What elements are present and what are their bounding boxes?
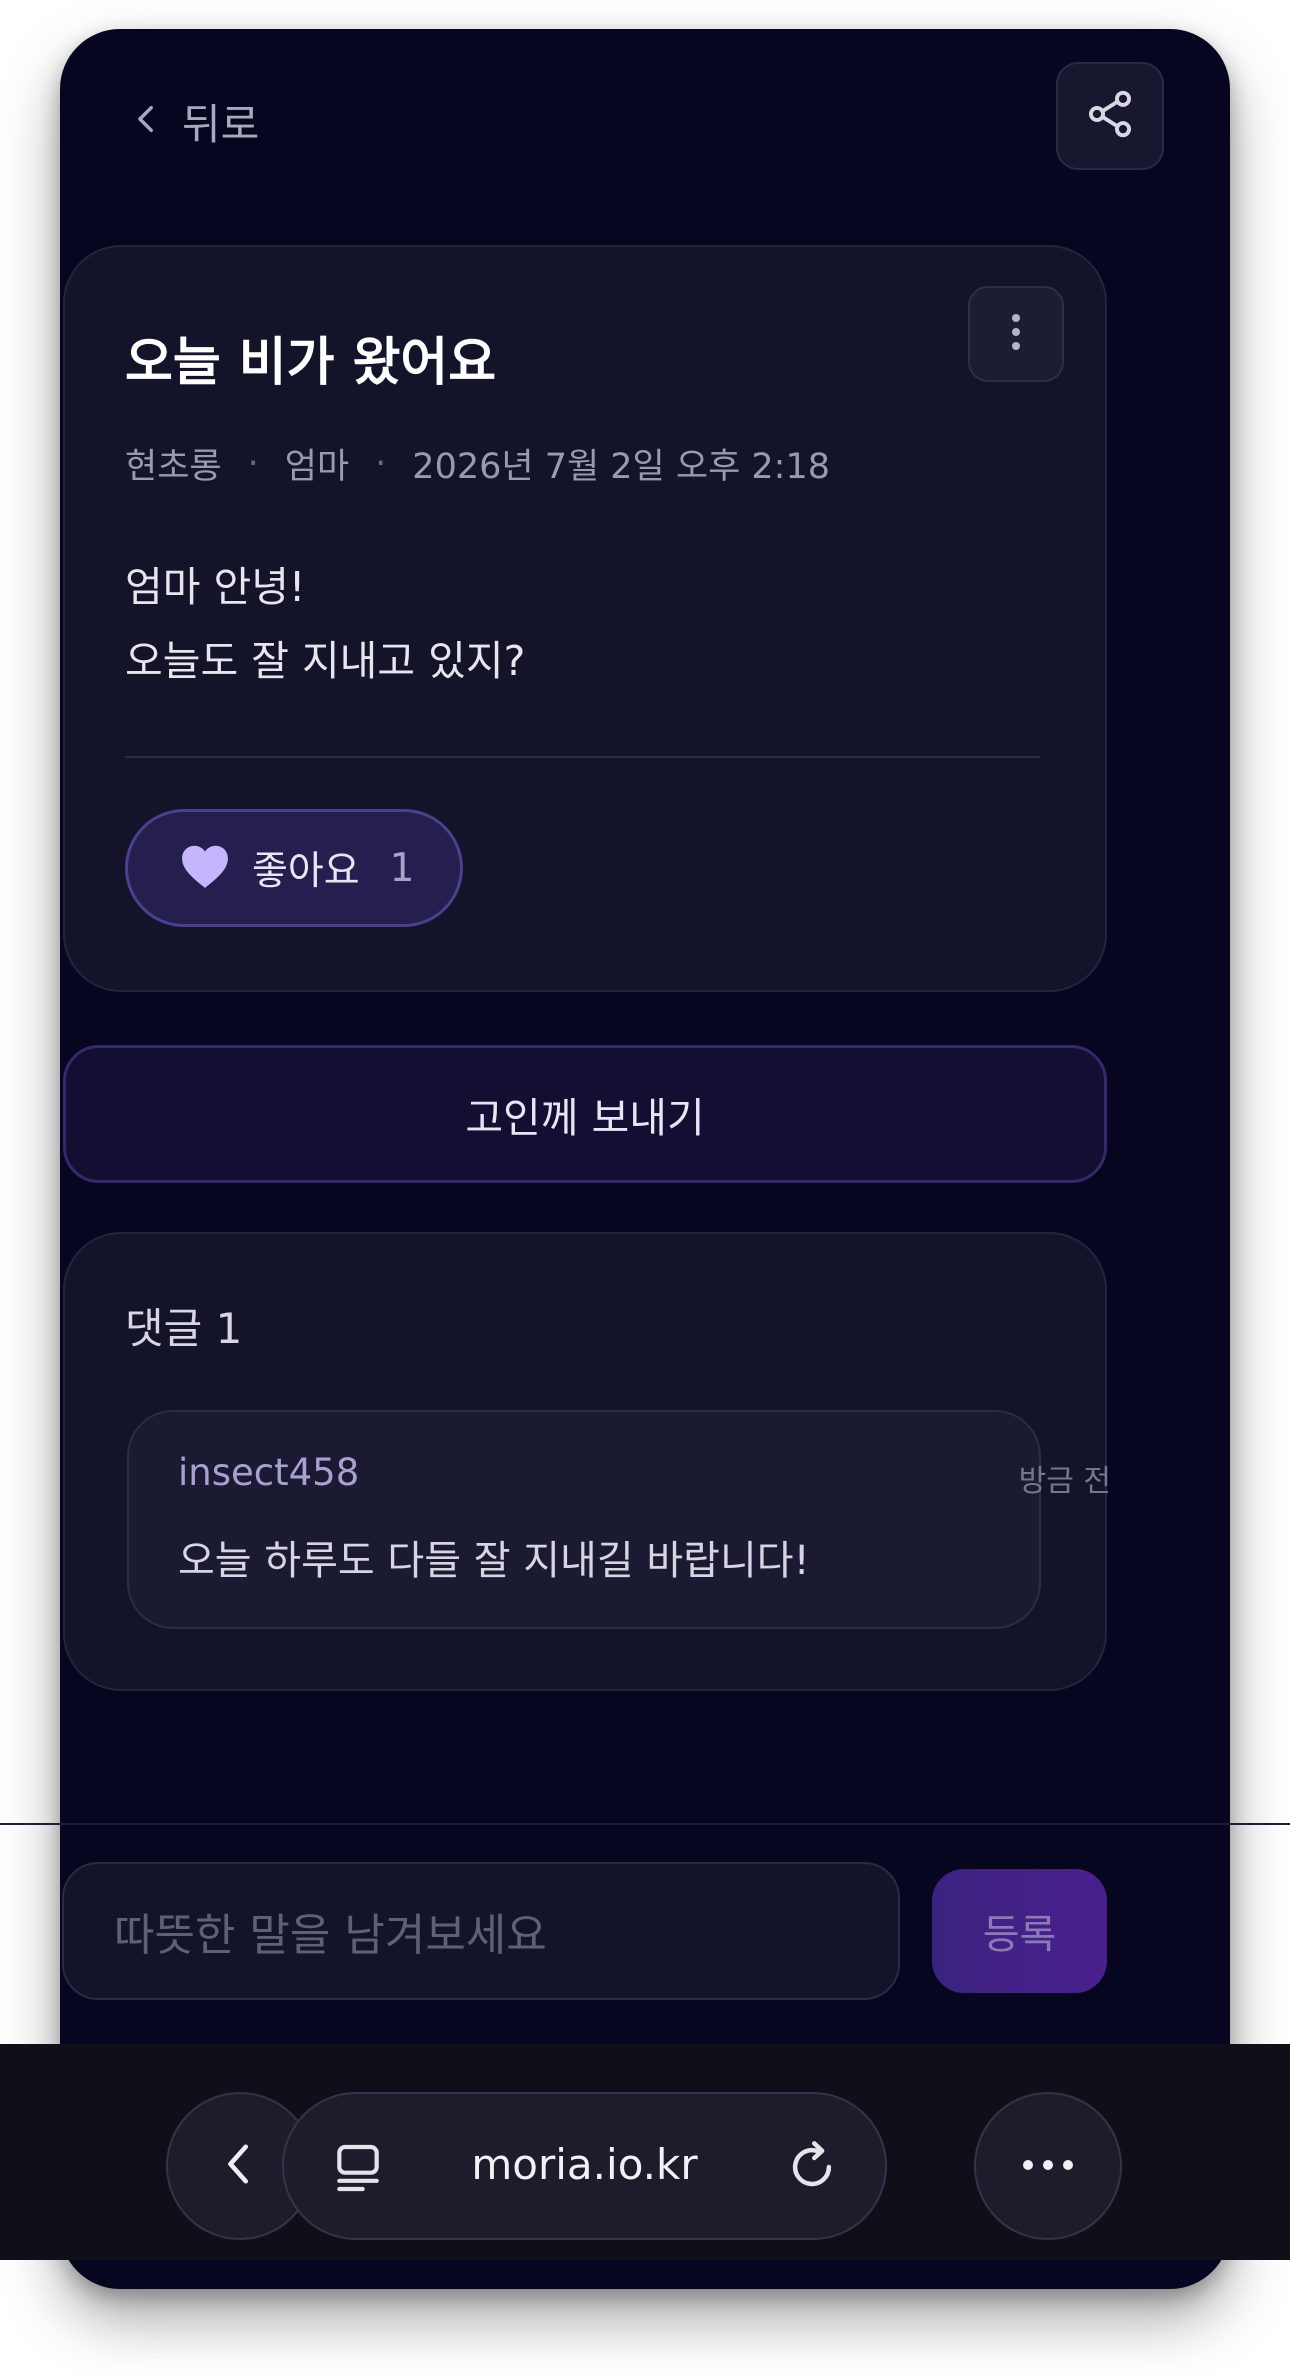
comment-item bbox=[127, 1410, 1041, 1629]
send-to-deceased-button[interactable]: 고인께 보내기 bbox=[63, 1045, 1107, 1183]
more-horizontal-icon bbox=[1020, 2157, 1076, 2176]
comment-input-placeholder: 따뜻한 말을 남겨보세요 bbox=[114, 1910, 547, 1961]
comments-title: 댓글 1 bbox=[125, 1304, 243, 1353]
browser-more-button[interactable] bbox=[974, 2092, 1122, 2240]
meta-separator: · bbox=[247, 443, 259, 484]
like-count: 1 bbox=[389, 845, 415, 891]
comment-input[interactable]: 따뜻한 말을 남겨보세요 bbox=[62, 1862, 900, 2000]
comment-user: insect458 bbox=[178, 1451, 360, 1494]
post-author: 현초롱 bbox=[125, 447, 222, 487]
post-recipient: 엄마 bbox=[284, 447, 350, 487]
like-button[interactable]: 좋아요 1 bbox=[125, 809, 463, 927]
post-meta: 현초롱 · 엄마 · 2026년 7월 2일 오후 2:18 bbox=[125, 438, 830, 489]
post-body: 엄마 안녕! 오늘도 잘 지내고 있지? bbox=[125, 550, 525, 698]
comment-text: 오늘 하루도 다들 잘 지내길 바랍니다! bbox=[178, 1538, 810, 1584]
post-datetime: 2026년 7월 2일 오후 2:18 bbox=[412, 447, 831, 487]
comment-time: 방금 전 bbox=[1018, 1464, 1111, 1499]
chevron-left-icon bbox=[130, 97, 164, 146]
share-button[interactable] bbox=[1056, 62, 1164, 170]
share-icon bbox=[1084, 88, 1136, 144]
browser-address-bar[interactable]: moria.io.kr bbox=[282, 2092, 887, 2240]
more-vertical-icon bbox=[1010, 312, 1022, 356]
back-button[interactable]: 뒤로 bbox=[130, 91, 259, 151]
like-label: 좋아요 bbox=[252, 849, 360, 894]
composer-separator bbox=[0, 1823, 1290, 1825]
back-label: 뒤로 bbox=[182, 99, 260, 149]
meta-separator: · bbox=[375, 443, 387, 484]
more-options-button[interactable] bbox=[968, 286, 1064, 382]
heart-icon bbox=[180, 843, 230, 893]
reload-icon[interactable] bbox=[785, 2140, 839, 2198]
top-bar: 뒤로 bbox=[60, 29, 1230, 209]
divider bbox=[125, 756, 1040, 758]
post-body-line: 엄마 안녕! bbox=[125, 563, 306, 611]
chevron-left-icon bbox=[217, 2141, 263, 2191]
submit-comment-button[interactable]: 등록 bbox=[932, 1869, 1107, 1993]
post-title: 오늘 비가 왔어요 bbox=[125, 333, 497, 393]
post-body-line: 오늘도 잘 지내고 있지? bbox=[125, 637, 526, 685]
